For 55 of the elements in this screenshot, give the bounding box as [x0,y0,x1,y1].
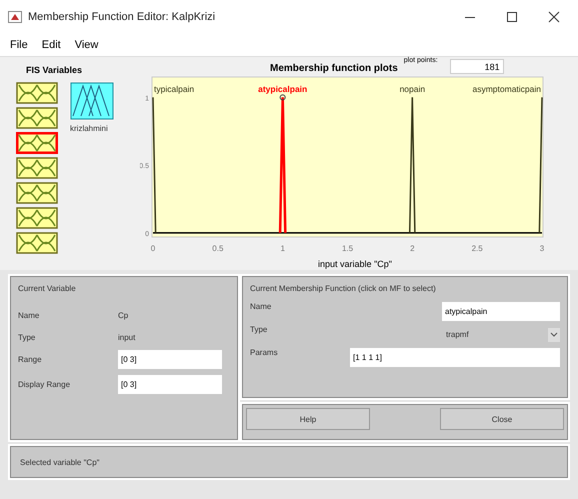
params-field[interactable]: [1 1 1 1] [350,348,560,367]
menu-item[interactable]: File [4,37,34,53]
variable-label: krizlahmini [70,124,109,133]
tick-label: 2.5 [472,244,483,253]
mf-curve[interactable] [152,97,156,233]
tick-label: 1.5 [342,244,354,253]
panel-title: Current Variable [18,284,77,295]
range-field[interactable]: [0 3] [118,350,222,369]
mf-label[interactable]: nopain [400,84,426,94]
field-label: Type [250,325,268,336]
input-variable-icon[interactable] [16,132,58,154]
maximize-icon[interactable] [506,11,518,23]
input-variable-icon[interactable] [16,107,58,129]
value-text: Cp [118,310,130,322]
tick-label: 0.5 [212,244,224,253]
plot-title: Membership function plots [270,63,398,74]
app-icon [8,11,22,23]
tick-label: 1 [280,244,285,253]
window-title: Membership Function Editor: KalpKrizi [28,11,216,23]
tick-label: 3 [540,244,544,253]
plot-points-field[interactable]: 181 [450,59,504,74]
axis-label: input variable "Cp" [318,258,392,270]
name-field[interactable]: atypicalpain [442,302,560,321]
field-label: Name [250,302,272,313]
section-title: FIS Variables [26,65,82,75]
type-dropdown[interactable]: trapmf [442,325,560,344]
input-variable-icon[interactable] [16,232,58,254]
field-label: Display Range [18,378,72,391]
value-text: input [118,332,136,344]
menu-item[interactable]: View [68,37,104,53]
tick-label: 0 [150,244,156,253]
mf-label[interactable]: asymptomaticpain [472,84,541,94]
close-icon[interactable] [548,11,560,23]
mf-curve[interactable] [538,97,543,233]
menu-item[interactable]: Edit [36,37,67,53]
mf-curve[interactable] [408,96,416,233]
input-variable-icon[interactable] [16,82,58,104]
mf-label[interactable]: atypicalpain [258,84,308,94]
field-label: Params [250,348,279,359]
input-variable-icon[interactable] [16,207,58,229]
status-text: Selected variable "Cp" [20,458,100,467]
caret-icon [548,328,560,342]
dialog-button[interactable]: Help [246,408,370,430]
input-variable-icon[interactable] [16,182,58,204]
panel-title: Current Membership Function (click on MF to select) [250,284,437,295]
tick-label: 2 [410,244,415,253]
display-range-field[interactable]: [0 3] [118,375,222,394]
input-variable-icon[interactable] [16,157,58,179]
vertex-marker[interactable] [280,94,286,100]
dialog-button[interactable]: Close [440,408,564,430]
mf-label[interactable]: typicalpain [154,84,194,94]
output-variable-icon[interactable] [70,82,114,120]
field-label: Name [18,310,40,322]
field-label: Type [18,332,36,344]
field-label: Range [18,354,43,366]
